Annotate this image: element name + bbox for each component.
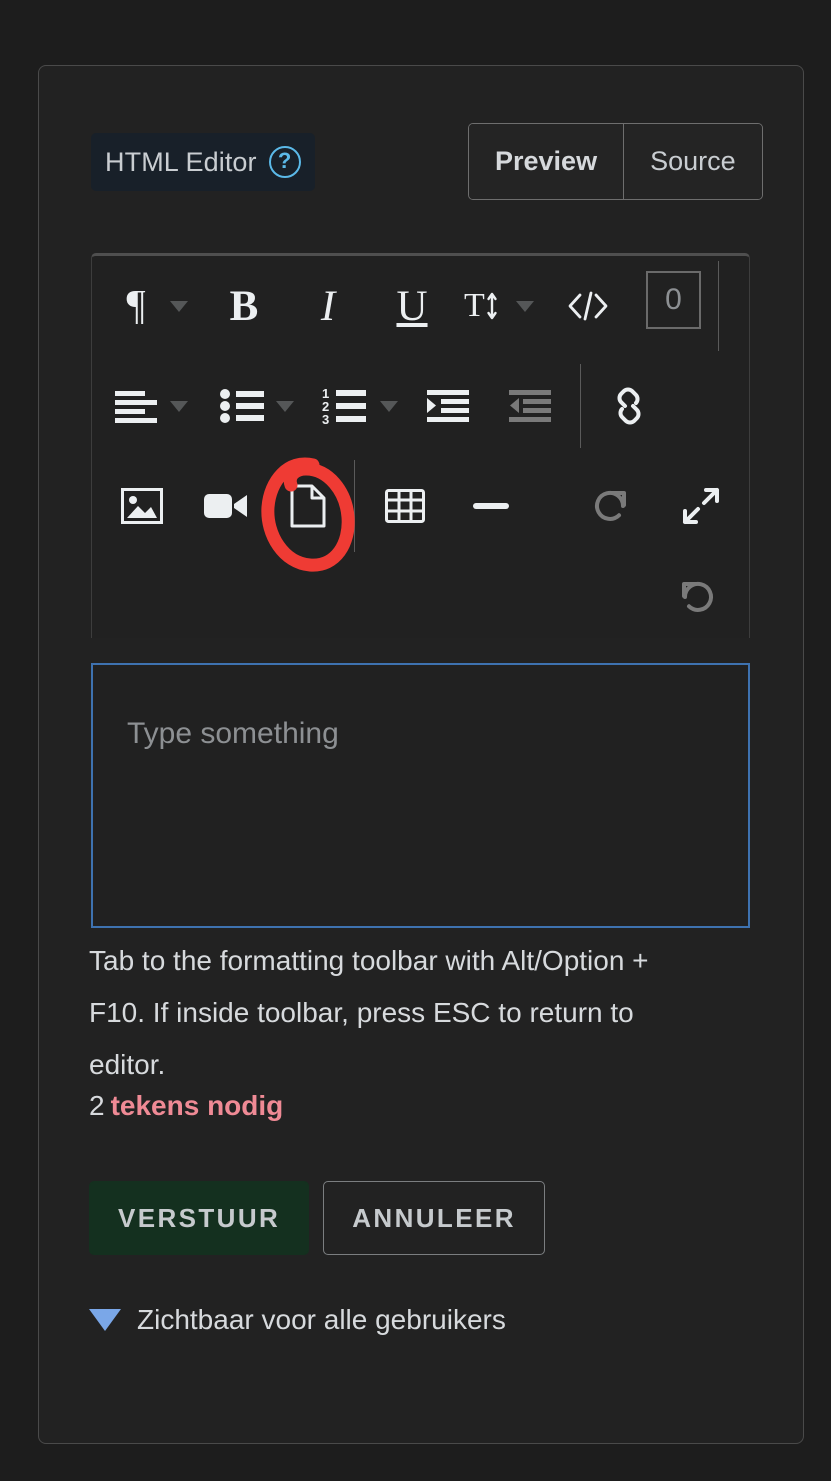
toolbar-divider-2 xyxy=(580,364,581,448)
insert-table-button[interactable] xyxy=(379,476,431,536)
screen-root: HTML Editor ? Preview Source ¶ B I U T 1… xyxy=(0,0,831,1481)
triangle-down-icon[interactable] xyxy=(89,1309,121,1331)
submit-button[interactable]: VERSTUUR xyxy=(89,1181,310,1255)
ordered-list-caret-icon[interactable] xyxy=(372,376,406,436)
unordered-list-button[interactable] xyxy=(216,376,268,436)
paragraph-format-caret-icon[interactable] xyxy=(162,276,196,336)
code-view-button[interactable] xyxy=(562,276,614,336)
svg-text:T: T xyxy=(464,287,485,324)
svg-text:3: 3 xyxy=(322,412,329,425)
toolbar-row-3 xyxy=(92,456,749,556)
toolbar-row-4 xyxy=(92,556,749,638)
bold-button[interactable]: B xyxy=(218,276,270,336)
toolbar-divider-1 xyxy=(718,261,719,351)
insert-image-button[interactable] xyxy=(116,476,168,536)
insert-file-button[interactable] xyxy=(282,476,334,536)
italic-button[interactable]: I xyxy=(302,276,354,336)
page-title: HTML Editor xyxy=(105,146,257,177)
editor-placeholder: Type something xyxy=(127,717,339,750)
html-editor-panel: HTML Editor ? Preview Source ¶ B I U T 1… xyxy=(38,65,804,1444)
editor-header: HTML Editor ? Preview Source xyxy=(91,123,803,203)
accessibility-hint-text: Tab to the formatting toolbar with Alt/O… xyxy=(89,945,649,1080)
paragraph-format-button[interactable]: ¶ xyxy=(110,276,162,336)
view-mode-toggle-group: Preview Source xyxy=(468,123,763,200)
visibility-label: Zichtbaar voor alle gebruikers xyxy=(137,1304,506,1335)
rich-text-editor-input[interactable]: Type something xyxy=(91,663,750,928)
character-counter: 0 xyxy=(646,271,701,329)
indent-button[interactable] xyxy=(422,376,474,436)
question-mark-circle-icon[interactable]: ? xyxy=(268,146,301,178)
validation-message: 2 tekens nodig xyxy=(89,1090,283,1122)
font-size-caret-icon[interactable] xyxy=(508,276,542,336)
validation-text: tekens nodig xyxy=(110,1090,284,1121)
action-button-group: VERSTUUR ANNULEER xyxy=(89,1181,545,1255)
font-size-button[interactable]: T xyxy=(456,276,508,336)
tab-source[interactable]: Source xyxy=(624,124,762,199)
underline-button[interactable]: U xyxy=(386,276,438,336)
tab-preview[interactable]: Preview xyxy=(469,124,624,199)
insert-video-button[interactable] xyxy=(200,476,252,536)
align-left-button[interactable] xyxy=(110,376,162,436)
redo-button[interactable] xyxy=(585,476,637,536)
fullscreen-expand-arrows-icon[interactable] xyxy=(675,476,727,536)
align-caret-icon[interactable] xyxy=(162,376,196,436)
cancel-button[interactable]: ANNULEER xyxy=(323,1181,545,1255)
insert-link-button[interactable] xyxy=(603,376,655,436)
toolbar-row-2: 1 2 3 xyxy=(92,356,749,456)
horizontal-rule-button[interactable] xyxy=(465,476,517,536)
validation-count: 2 xyxy=(89,1090,105,1121)
ordered-list-button[interactable]: 1 2 3 xyxy=(320,376,372,436)
visibility-disclosure[interactable]: Zichtbaar voor alle gebruikers xyxy=(89,1304,506,1336)
unordered-list-caret-icon[interactable] xyxy=(268,376,302,436)
outdent-button[interactable] xyxy=(504,376,556,436)
toolbar-divider-3 xyxy=(354,460,355,552)
undo-button[interactable] xyxy=(671,567,723,627)
html-editor-label-group: HTML Editor ? xyxy=(91,133,315,191)
